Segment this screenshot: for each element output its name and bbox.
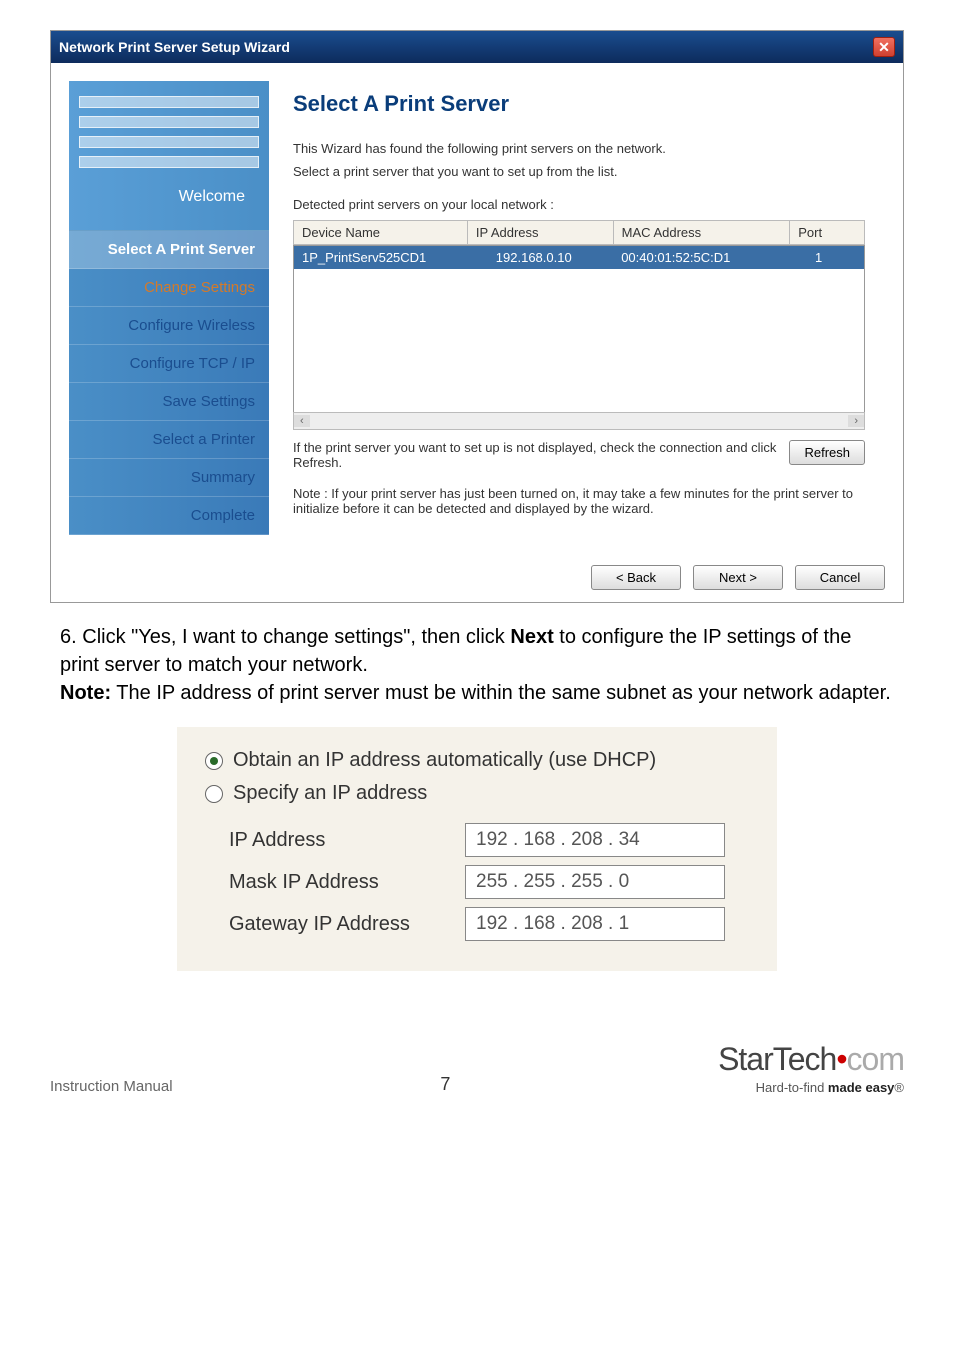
horizontal-scrollbar[interactable]: ‹› bbox=[293, 412, 865, 430]
radio-static[interactable] bbox=[205, 785, 223, 803]
brand-dot-icon: • bbox=[836, 1041, 846, 1077]
sidebar-step-select-server[interactable]: Select A Print Server bbox=[69, 231, 269, 269]
brand-suffix: com bbox=[847, 1041, 904, 1077]
footer-page-number: 7 bbox=[440, 1074, 450, 1095]
sidebar-logo: Welcome bbox=[69, 81, 269, 231]
brand-name: StarTech bbox=[718, 1041, 836, 1077]
radio-static-row[interactable]: Specify an IP address bbox=[205, 782, 749, 805]
scroll-right-icon[interactable]: › bbox=[848, 415, 864, 427]
step-text-a: Click "Yes, I want to change settings", … bbox=[82, 626, 510, 648]
sidebar-step-configure-wireless[interactable]: Configure Wireless bbox=[69, 307, 269, 345]
radio-dhcp-label: Obtain an IP address automatically (use … bbox=[233, 749, 656, 772]
col-port[interactable]: Port bbox=[790, 221, 865, 245]
step-number: 6. bbox=[60, 626, 77, 648]
sidebar-step-save-settings[interactable]: Save Settings bbox=[69, 383, 269, 421]
radio-dhcp-row[interactable]: Obtain an IP address automatically (use … bbox=[205, 749, 749, 772]
col-ip[interactable]: IP Address bbox=[467, 221, 613, 245]
dialog-title: Network Print Server Setup Wizard bbox=[59, 39, 290, 55]
sidebar-step-complete[interactable]: Complete bbox=[69, 497, 269, 535]
scroll-left-icon[interactable]: ‹ bbox=[294, 415, 310, 427]
cell-port: 1 bbox=[807, 246, 864, 269]
sidebar-step-change-settings[interactable]: Change Settings bbox=[69, 269, 269, 307]
col-mac[interactable]: MAC Address bbox=[613, 221, 790, 245]
device-row[interactable]: 1P_PrintServ525CD1 192.168.0.10 00:40:01… bbox=[294, 246, 864, 269]
tagline-b: made easy bbox=[828, 1080, 895, 1095]
step-note-label: Note: bbox=[60, 682, 111, 704]
tagline-a: Hard-to-find bbox=[756, 1080, 828, 1095]
cell-mac: 00:40:01:52:5C:D1 bbox=[613, 246, 807, 269]
detected-label: Detected print servers on your local net… bbox=[293, 197, 865, 212]
cell-ip: 192.168.0.10 bbox=[488, 246, 613, 269]
ip-settings-box: Obtain an IP address automatically (use … bbox=[177, 727, 777, 971]
refresh-button[interactable]: Refresh bbox=[789, 440, 865, 465]
sidebar-step-configure-tcpip[interactable]: Configure TCP / IP bbox=[69, 345, 269, 383]
wizard-sidebar: Welcome Select A Print Server Change Set… bbox=[69, 81, 269, 535]
intro-line1: This Wizard has found the following prin… bbox=[293, 141, 865, 156]
mask-address-label: Mask IP Address bbox=[205, 871, 465, 894]
mask-address-field[interactable]: 255 . 255 . 255 . 0 bbox=[465, 865, 725, 899]
sidebar-step-select-printer[interactable]: Select a Printer bbox=[69, 421, 269, 459]
wizard-dialog: Network Print Server Setup Wizard ✕ Welc… bbox=[50, 30, 904, 603]
next-button[interactable]: Next > bbox=[693, 565, 783, 590]
instruction-step-6: 6. Click "Yes, I want to change settings… bbox=[60, 623, 894, 707]
col-device[interactable]: Device Name bbox=[294, 221, 468, 245]
close-icon[interactable]: ✕ bbox=[873, 37, 895, 57]
cancel-button[interactable]: Cancel bbox=[795, 565, 885, 590]
device-list-body[interactable]: 1P_PrintServ525CD1 192.168.0.10 00:40:01… bbox=[293, 245, 865, 413]
sidebar-step-summary[interactable]: Summary bbox=[69, 459, 269, 497]
back-button[interactable]: < Back bbox=[591, 565, 681, 590]
wizard-main: Select A Print Server This Wizard has fo… bbox=[269, 81, 885, 535]
note-text: Note : If your print server has just bee… bbox=[293, 486, 865, 516]
ip-address-field[interactable]: 192 . 168 . 208 . 34 bbox=[465, 823, 725, 857]
cell-device: 1P_PrintServ525CD1 bbox=[294, 246, 488, 269]
wizard-buttons: < Back Next > Cancel bbox=[51, 553, 903, 602]
registered-icon: ® bbox=[894, 1080, 904, 1095]
sidebar-welcome: Welcome bbox=[79, 188, 259, 216]
gateway-address-field[interactable]: 192 . 168 . 208 . 1 bbox=[465, 907, 725, 941]
gateway-address-label: Gateway IP Address bbox=[205, 913, 465, 936]
footer-brand: StarTech•com Hard-to-find made easy® bbox=[718, 1041, 904, 1095]
radio-static-label: Specify an IP address bbox=[233, 782, 427, 805]
device-table: Device Name IP Address MAC Address Port … bbox=[293, 220, 865, 430]
titlebar: Network Print Server Setup Wizard ✕ bbox=[51, 31, 903, 63]
help-text: If the print server you want to set up i… bbox=[293, 440, 777, 470]
step-bold-next: Next bbox=[510, 626, 553, 648]
radio-dhcp[interactable] bbox=[205, 752, 223, 770]
page-footer: Instruction Manual 7 StarTech•com Hard-t… bbox=[0, 1031, 954, 1125]
footer-left: Instruction Manual bbox=[50, 1078, 173, 1095]
main-heading: Select A Print Server bbox=[293, 91, 865, 117]
ip-address-label: IP Address bbox=[205, 829, 465, 852]
step-note-text: The IP address of print server must be w… bbox=[111, 682, 891, 704]
intro-line2: Select a print server that you want to s… bbox=[293, 164, 865, 179]
